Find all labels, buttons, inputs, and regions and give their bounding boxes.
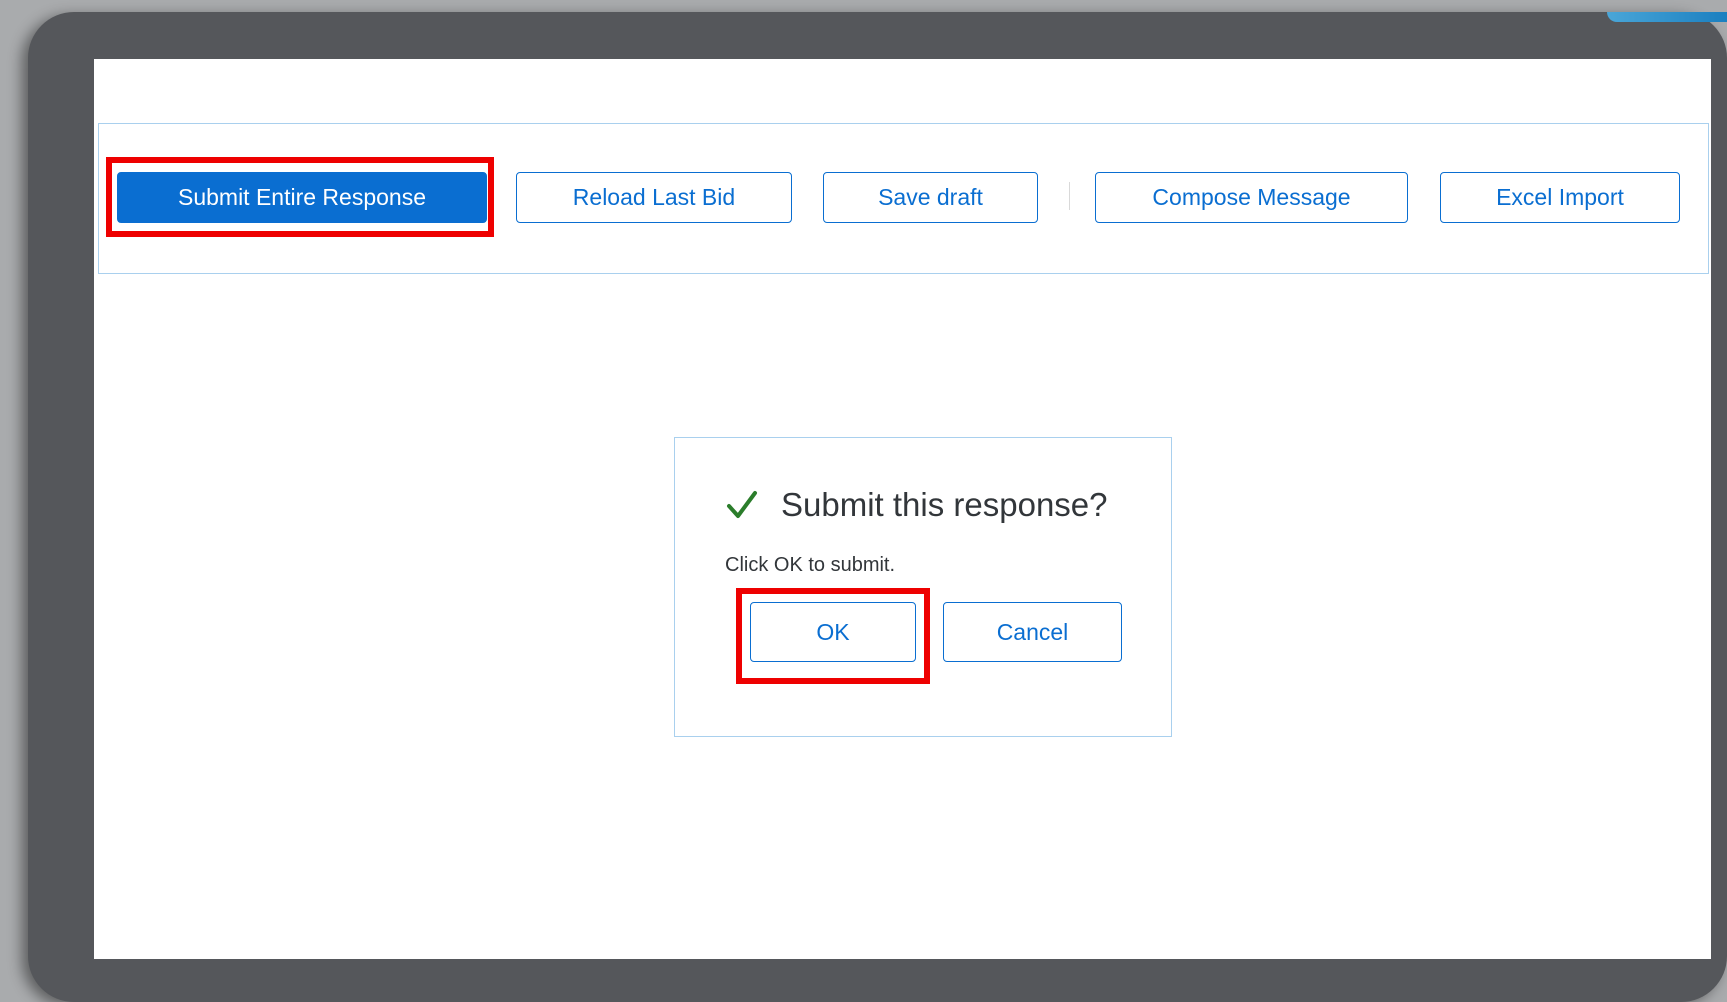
dialog-title: Submit this response? [781,486,1108,523]
excel-import-button[interactable]: Excel Import [1440,172,1680,223]
dialog-message: Click OK to submit. [725,554,896,576]
dialog-header: Submit this response? [725,486,1108,524]
corner-accent [1607,12,1727,22]
ok-button[interactable]: OK [750,602,916,662]
save-draft-button[interactable]: Save draft [823,172,1038,223]
screen: Submit Entire Response Reload Last Bid S… [94,59,1711,959]
device-frame: Submit Entire Response Reload Last Bid S… [28,12,1727,1002]
submit-entire-response-button[interactable]: Submit Entire Response [117,172,487,223]
compose-message-button[interactable]: Compose Message [1095,172,1408,223]
cancel-button[interactable]: Cancel [943,602,1122,662]
checkmark-icon [727,491,757,518]
confirm-dialog: Submit this response? Click OK to submit… [674,437,1172,737]
reload-last-bid-button[interactable]: Reload Last Bid [516,172,792,223]
toolbar-separator [1069,182,1070,210]
